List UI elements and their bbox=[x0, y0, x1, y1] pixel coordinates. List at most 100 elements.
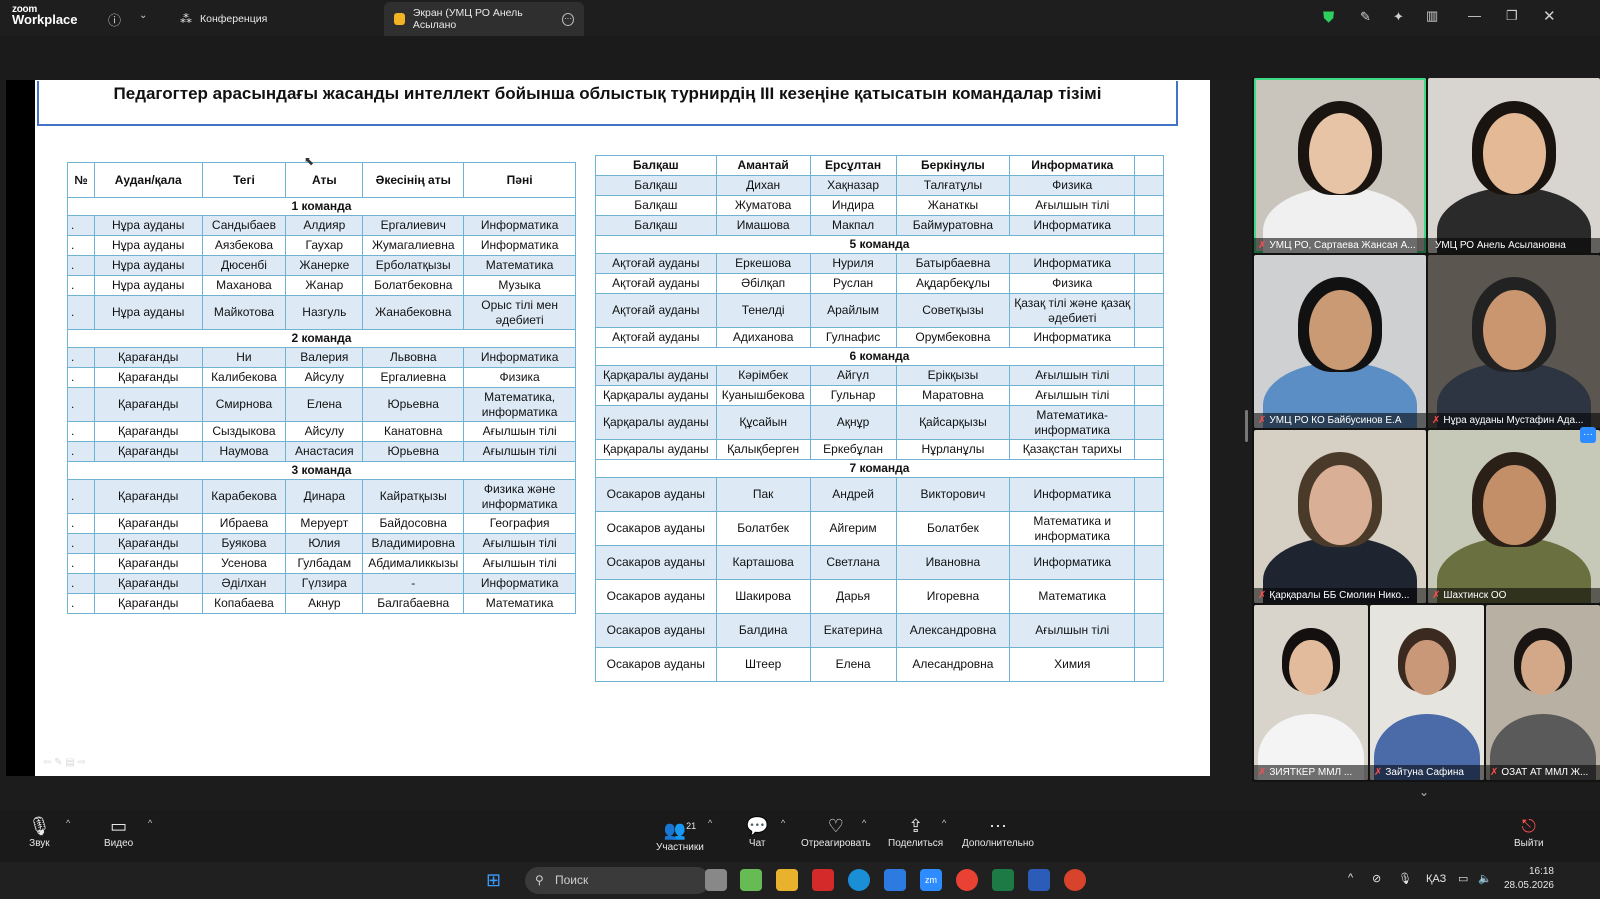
table-cell: Математика bbox=[1009, 579, 1136, 614]
table-cell: Қазақ тілі және қазақ әдебиеті bbox=[1009, 293, 1136, 328]
table-cell: Алдияр bbox=[285, 215, 364, 236]
table-cell: Қарағанды bbox=[93, 441, 203, 462]
participant-video-tile[interactable]: ✗ УМЦ РО, Сартаева Жансая А... bbox=[1254, 78, 1426, 253]
table-cell: Информатика bbox=[1009, 215, 1136, 236]
gallery-chevron-icon[interactable]: ⌄ bbox=[1419, 785, 1429, 799]
start-icon[interactable]: ⊞ bbox=[486, 870, 501, 891]
video-button[interactable]: ▭ Видео bbox=[104, 814, 133, 849]
chat-caret-icon[interactable]: ^ bbox=[781, 818, 785, 828]
table-cell: География bbox=[463, 513, 576, 534]
table-cell: Ағылшын тілі bbox=[463, 553, 576, 574]
react-button[interactable]: ♡ Отреагировать bbox=[801, 814, 871, 849]
table-row: Осакаров ауданы Шакирова Дарья Игоревна Мате… bbox=[595, 579, 1164, 614]
table-cell: Информатика bbox=[1009, 253, 1136, 274]
zoom-app-icon[interactable]: zm bbox=[920, 869, 942, 891]
more-button[interactable]: ⋯ Дополнительно bbox=[962, 814, 1034, 849]
shield-icon[interactable]: ⛊ bbox=[1323, 9, 1334, 26]
slide-toolbar-icons[interactable]: ⇦ ✎ ▤ ⇨ bbox=[43, 757, 86, 768]
volume-icon[interactable]: 🔈 bbox=[1478, 872, 1492, 885]
store-icon[interactable] bbox=[884, 869, 906, 891]
windows-taskbar: ⊞ ⚲ Поиск zm ^ ⊘ 🎙 ҚАЗ ▭ 🔈 16:18 28.05.2… bbox=[0, 862, 1600, 899]
network-icon[interactable]: ⊘ bbox=[1372, 872, 1381, 885]
table-row: . Қарағанды Ни Валерия Львовна Информатика bbox=[67, 347, 576, 368]
restore-icon[interactable]: ❐ bbox=[1506, 8, 1518, 24]
react-caret-icon[interactable]: ^ bbox=[862, 818, 866, 828]
task-view-icon[interactable] bbox=[705, 869, 727, 891]
participant-face bbox=[1308, 113, 1372, 194]
close-icon[interactable]: ✕ bbox=[1543, 7, 1556, 25]
minimize-icon[interactable]: — bbox=[1468, 8, 1481, 23]
table-row: Осакаров ауданы Болатбек Айгерим Болатбек Ма… bbox=[595, 511, 1164, 546]
participant-video-tile[interactable]: ✗ ОЗАТ АТ ММЛ Ж... bbox=[1486, 605, 1600, 780]
clock[interactable]: 16:18 28.05.2026 bbox=[1502, 865, 1554, 893]
table-cell: Қазақстан тарихы bbox=[1009, 439, 1136, 460]
sparkle-icon[interactable]: ✦ bbox=[1393, 9, 1404, 25]
participant-video-tile[interactable]: ✗ Зайтуна Сафина bbox=[1370, 605, 1484, 780]
file-explorer-icon[interactable] bbox=[776, 869, 798, 891]
table-cell: Нұра ауданы bbox=[93, 255, 203, 276]
chrome-icon[interactable] bbox=[956, 869, 978, 891]
table-cell: Ағылшын тілі bbox=[1009, 613, 1136, 648]
table-cell bbox=[1134, 579, 1164, 614]
table-row: Балқаш Амантай Ерсұлтан Беркінұлы Информатик… bbox=[595, 155, 1164, 176]
team-header-row: 7 команда bbox=[595, 459, 1164, 478]
table-cell: Математика bbox=[463, 593, 576, 614]
more-icon[interactable]: ··· bbox=[562, 12, 574, 26]
pencil-icon[interactable]: ✎ bbox=[1360, 9, 1371, 25]
participant-face bbox=[1405, 640, 1449, 696]
table-row: . Нұра ауданы Маханова Жанар Болатбековна Муз… bbox=[67, 275, 576, 296]
left-team-table: № Аудан/қала Тегі Аты Әкесінің аты Пәні 1 ком… bbox=[67, 162, 576, 614]
audio-options-caret-icon[interactable]: ^ bbox=[66, 818, 70, 828]
table-cell: Ағылшын тілі bbox=[1009, 385, 1136, 406]
table-cell: Гаухар bbox=[285, 235, 364, 256]
more-options-icon[interactable]: ··· bbox=[1580, 427, 1596, 443]
info-icon[interactable]: ⓘ bbox=[108, 10, 121, 29]
language-indicator[interactable]: ҚАЗ bbox=[1426, 873, 1446, 885]
share-caret-icon[interactable]: ^ bbox=[942, 818, 946, 828]
layout-icon[interactable]: ▥ bbox=[1426, 8, 1438, 24]
table-cell: Абдималиккызы bbox=[362, 553, 465, 574]
word-icon[interactable] bbox=[1028, 869, 1050, 891]
participants-caret-icon[interactable]: ^ bbox=[708, 818, 712, 828]
table-cell: Музыка bbox=[463, 275, 576, 296]
table-cell bbox=[1134, 365, 1164, 386]
leave-button[interactable]: ⎋ Выйти bbox=[1514, 814, 1544, 849]
participant-video-tile[interactable]: ✗ Қарқаралы ББ Смолин Нико... bbox=[1254, 430, 1426, 603]
chat-button[interactable]: 💬 Чат bbox=[746, 814, 768, 849]
audio-button[interactable]: 🎙 Звук bbox=[28, 814, 51, 849]
table-cell: Ақтоғай ауданы bbox=[595, 293, 717, 328]
table-cell bbox=[1134, 327, 1164, 348]
tab-screen-share[interactable]: Экран (УМЦ РО Анель Асылано ··· bbox=[384, 2, 584, 36]
table-cell: Физика және информатика bbox=[463, 479, 576, 514]
app-red-icon[interactable] bbox=[1064, 869, 1086, 891]
team-header-row: 2 команда bbox=[67, 329, 576, 348]
resize-handle[interactable] bbox=[1245, 410, 1248, 442]
table-cell: Информатика bbox=[463, 235, 576, 256]
participant-video-tile[interactable]: ✗ Нұра ауданы Мустафин Ада... bbox=[1428, 255, 1600, 428]
participant-video-tile[interactable]: ✗ ЗИЯТКЕР ММЛ ... bbox=[1254, 605, 1368, 780]
tray-chevron-icon[interactable]: ^ bbox=[1348, 872, 1353, 884]
share-button[interactable]: ⇪ Поделиться bbox=[888, 814, 943, 849]
display-icon[interactable]: ▭ bbox=[1458, 872, 1468, 885]
participant-video-tile[interactable]: ✗ УМЦ РО КО Байбусинов Е.А bbox=[1254, 255, 1426, 428]
chevron-down-icon[interactable]: ⌄ bbox=[139, 10, 147, 21]
tab-conference[interactable]: ⁂ Конференция bbox=[170, 2, 277, 36]
video-options-caret-icon[interactable]: ^ bbox=[148, 818, 152, 828]
taskbar-search[interactable]: ⚲ Поиск bbox=[525, 867, 710, 894]
participant-face bbox=[1482, 289, 1546, 371]
table-cell: Ергалиевна bbox=[362, 367, 465, 388]
participant-video-tile[interactable]: ✗ Шахтинск ОО bbox=[1428, 430, 1600, 603]
table-cell: Советқызы bbox=[895, 293, 1011, 328]
table-cell: Куанышбекова bbox=[715, 385, 811, 406]
participant-name-label: ✗ Қарқаралы ББ Смолин Нико... bbox=[1254, 588, 1426, 603]
muted-mic-icon: ✗ bbox=[1258, 415, 1267, 426]
mic-tray-icon[interactable]: 🎙 bbox=[1398, 872, 1412, 885]
table-cell: Әділхан bbox=[201, 573, 287, 594]
participants-button[interactable]: 👥21 Участники bbox=[656, 814, 704, 853]
table-cell: Нұра ауданы bbox=[93, 295, 203, 330]
excel-icon[interactable] bbox=[992, 869, 1014, 891]
app-icon[interactable] bbox=[740, 869, 762, 891]
participant-video-tile[interactable]: УМЦ РО Анель Асылановна bbox=[1428, 78, 1600, 253]
edge-icon[interactable] bbox=[848, 869, 870, 891]
acrobat-icon[interactable] bbox=[812, 869, 834, 891]
